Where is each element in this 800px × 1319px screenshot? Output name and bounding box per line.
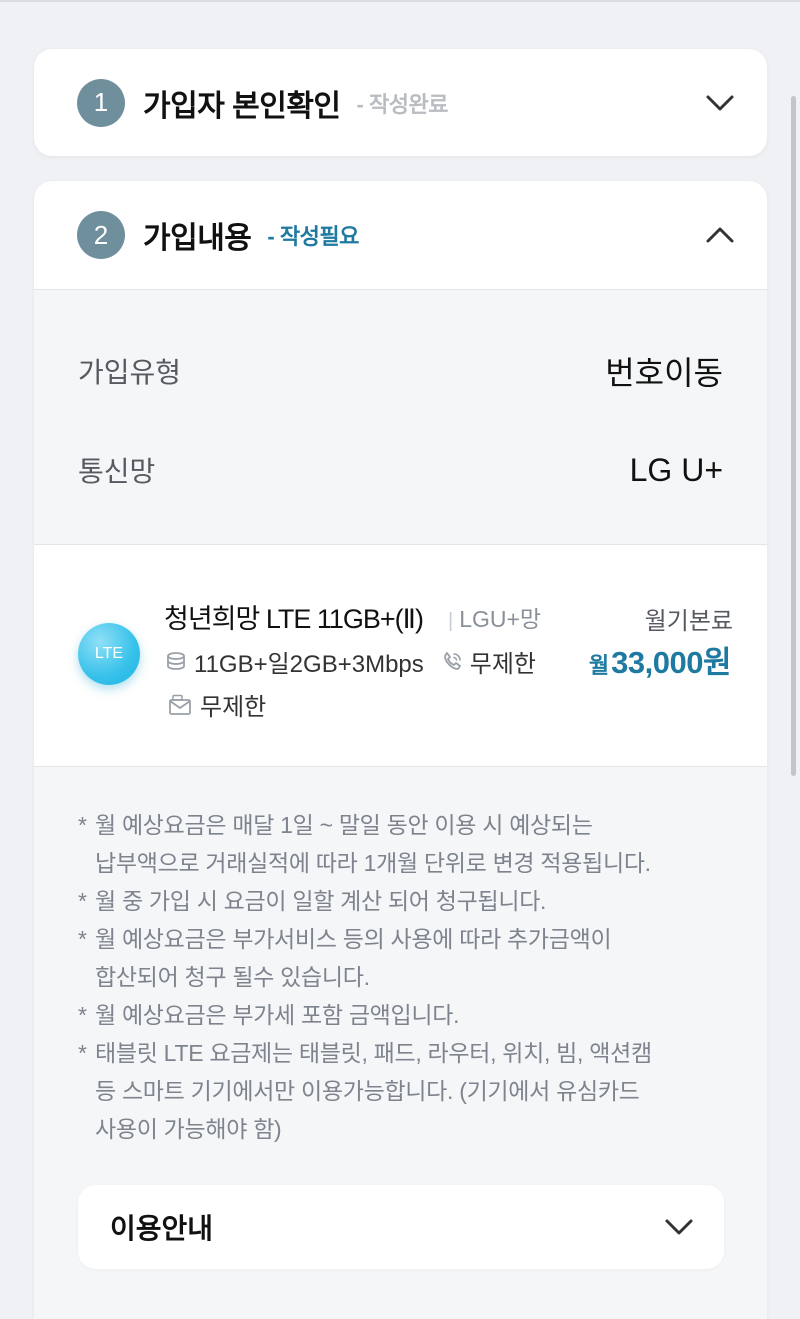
usage-guide-title: 이용안내	[110, 1213, 214, 1244]
plan-network-label: LGU+망	[459, 606, 542, 632]
network-row: 통신망 LG U+	[78, 394, 723, 490]
plan-data: 11GB+일2GB+3Mbps	[194, 651, 424, 678]
data-icon	[167, 651, 185, 670]
step1-card: 1 가입자 본인확인 - 작성완료	[34, 49, 767, 156]
step2-title: 가입내용	[143, 222, 252, 255]
join-type-value: 번호이동	[605, 355, 723, 391]
chevron-down-icon[interactable]	[662, 1210, 696, 1244]
step1-status: - 작성완료	[356, 91, 449, 117]
note-line: * 월 예상요금은 부가세 포함 금액입니다.	[78, 1002, 460, 1028]
plan-features: 11GB+일2GB+3Mbps 무제한	[164, 644, 536, 679]
separator: |	[448, 610, 454, 632]
note-line: 합산되어 청구 될수 있습니다.	[95, 964, 370, 990]
base-fee-label: 월기본료	[644, 608, 733, 635]
step2-status: - 작성필요	[267, 224, 359, 249]
step2-card: 2 가입내용 - 작성필요 가입유형 번호이동 통신망 LG U+ LTE 청년…	[34, 181, 767, 1319]
network-label: 통신망	[78, 456, 156, 487]
note-line: 사용이 가능해야 함)	[95, 1116, 282, 1142]
phone-icon	[443, 651, 461, 670]
note-line: 납부액으로 거래실적에 따라 1개월 단위로 변경 적용됩니다.	[95, 850, 651, 876]
plan-sms-value: 무제한	[200, 694, 267, 721]
join-type-label: 가입유형	[78, 357, 182, 388]
note-line: * 태블릿 LTE 요금제는 태블릿, 패드, 라우터, 위치, 빔, 액션캠	[78, 1040, 652, 1066]
chevron-down-icon[interactable]	[703, 86, 737, 120]
lte-badge: LTE	[78, 623, 140, 685]
plan-calls: 무제한	[440, 644, 536, 679]
plan-item: LTE 청년희망 LTE 11GB+(Ⅱ) | LGU+망 월기본료 11GB+일…	[34, 545, 767, 767]
note-line: * 월 예상요금은 부가서비스 등의 사용에 따라 추가금액이	[78, 926, 612, 952]
note-line: * 월 예상요금은 매달 1일 ~ 말일 동안 이용 시 예상되는	[78, 812, 593, 838]
top-divider	[0, 0, 800, 2]
message-icon	[169, 694, 191, 715]
step1-header[interactable]: 1 가입자 본인확인 - 작성완료	[34, 49, 767, 156]
join-summary: 가입유형 번호이동 통신망 LG U+	[34, 289, 767, 545]
scrollbar[interactable]	[791, 96, 796, 776]
plan-sms: 무제한	[168, 687, 266, 722]
plan-calls-value: 무제한	[469, 651, 537, 678]
usage-guide-accordion[interactable]: 이용안내	[78, 1185, 724, 1269]
step2-header[interactable]: 2 가입내용 - 작성필요	[34, 181, 767, 289]
plan-price: 월33,000원	[588, 637, 732, 682]
step1-number: 1	[77, 78, 125, 127]
note-line: 등 스마트 기기에서만 이용가능합니다. (기기에서 유심카드	[95, 1078, 640, 1104]
price-amount: 33,000원	[611, 645, 731, 680]
plan-network: | LGU+망	[448, 600, 541, 634]
price-prefix: 월	[588, 653, 610, 678]
step2-number: 2	[77, 211, 125, 259]
chevron-up-icon[interactable]	[703, 218, 737, 252]
network-value: LG U+	[629, 451, 723, 488]
join-type-row: 가입유형 번호이동	[78, 290, 723, 394]
plan-name: 청년희망 LTE 11GB+(Ⅱ)	[164, 604, 424, 634]
note-line: * 월 중 가입 시 요금이 일할 계산 되어 청구됩니다.	[78, 888, 547, 914]
step1-title: 가입자 본인확인	[143, 89, 341, 123]
